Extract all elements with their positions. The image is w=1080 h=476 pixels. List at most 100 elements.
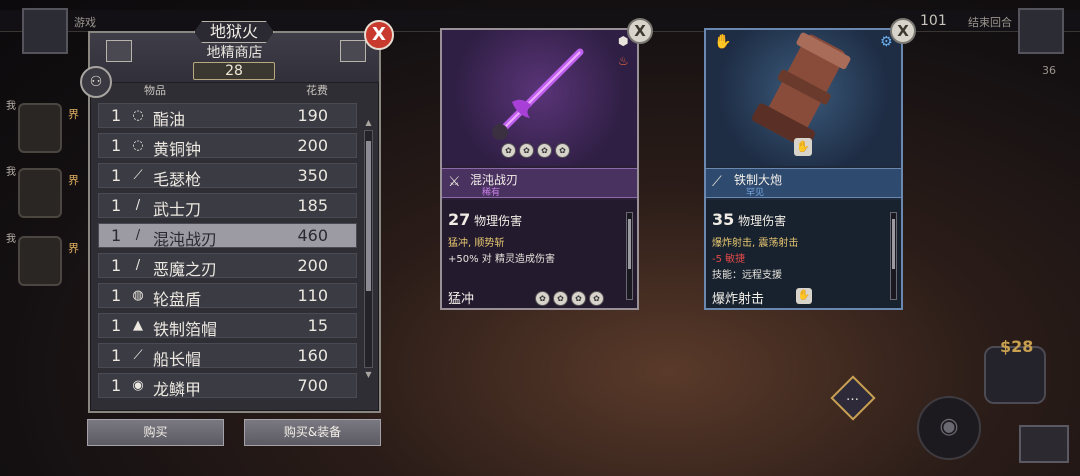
item-price: 460	[297, 226, 328, 245]
shop-item-row[interactable]: 1 ▲ 铁制箔帽 15	[98, 313, 357, 339]
item-quantity: 1	[111, 106, 122, 125]
party-member-name: 界	[68, 242, 79, 255]
item-price: 110	[297, 286, 328, 305]
item-quantity: 1	[111, 136, 122, 155]
journal-book-icon[interactable]	[1019, 425, 1069, 463]
item-quantity: 1	[111, 226, 122, 245]
item-name: 铁制箔帽	[153, 320, 218, 339]
party-tag: 我	[6, 167, 16, 178]
item-quantity: 1	[111, 196, 122, 215]
damage-type: 物理伤害	[738, 214, 787, 228]
damage-line: 35 物理伤害	[712, 210, 786, 229]
party-tag: 我	[6, 101, 16, 112]
party-member-name: 界	[68, 174, 79, 187]
party-member-portrait[interactable]	[18, 236, 62, 286]
item-price: 200	[297, 256, 328, 275]
item-name: 毛瑟枪	[153, 170, 202, 189]
bell-icon: ◌	[132, 138, 144, 153]
scroll-up-icon[interactable]: ▲	[364, 118, 373, 127]
shop-item-row[interactable]: 1 / 武士刀 185	[98, 193, 357, 219]
sword-icon: /	[135, 228, 141, 243]
shop-item-row[interactable]: 1 ◉ 龙鳞甲 700	[98, 373, 357, 399]
item-price: 15	[307, 316, 328, 335]
card-effect: +50% 对 精灵造成伤害	[448, 254, 555, 265]
card-close-button[interactable]: X	[627, 18, 653, 44]
card-penalty: -5 敏捷	[712, 254, 746, 265]
turn-counter: 101	[920, 13, 947, 29]
party-icon[interactable]: ⚇	[80, 66, 112, 98]
shop-item-row[interactable]: 1 ⟋ 毛瑟枪 350	[98, 163, 357, 189]
top-bar-left-text: 游戏	[74, 16, 96, 29]
item-price: 700	[297, 376, 328, 395]
party-member-name: 界	[68, 108, 79, 121]
card-title-bar: ⟋ 铁制大炮 罕见	[706, 168, 901, 198]
faction-emblem-icon	[22, 8, 68, 54]
hat-icon: ▲	[133, 318, 143, 333]
scroll-icon: ✋	[714, 34, 732, 50]
feather-icon: ⟋	[133, 348, 143, 363]
card-traits: 猛冲, 顺势斩	[448, 238, 505, 249]
hourglass-icon[interactable]	[1018, 8, 1064, 54]
card-scrollbar[interactable]	[890, 212, 897, 300]
armor-icon: ◉	[132, 378, 144, 393]
scroll-thumb[interactable]	[628, 219, 631, 269]
rune-slots: ✿ ✿ ✿ ✿	[498, 138, 570, 158]
card-traits: 爆炸射击, 震荡射击	[712, 238, 799, 249]
end-turn-button[interactable]: 结束回合	[968, 14, 1012, 30]
item-price: 185	[297, 196, 328, 215]
handshake-icon: ✋	[796, 288, 812, 304]
sword-icon: /	[135, 258, 141, 273]
item-quantity: 1	[111, 256, 122, 275]
item-name: 黄铜钟	[153, 140, 202, 159]
column-header-item: 物品	[144, 84, 166, 97]
card-title-bar: ⚔ 混沌战刃 稀有	[442, 168, 637, 198]
party-member-portrait[interactable]	[18, 103, 62, 153]
item-name: 龙鳞甲	[153, 380, 202, 399]
chat-icon: …	[846, 389, 859, 404]
item-card-iron-cannon: ✋ ⚙ ✋ ⟋ 铁制大炮 罕见 35 物理伤害 爆炸射击, 震荡射击 -5 敏捷…	[704, 28, 903, 310]
gun-icon: ⟋	[133, 168, 143, 183]
party-member-portrait[interactable]	[18, 168, 62, 218]
rune-icon: ✿	[535, 291, 550, 306]
right-counter: 36	[1042, 64, 1056, 77]
item-name: 恶魔之刃	[153, 260, 218, 279]
item-name: 船长帽	[153, 350, 202, 369]
card-scrollbar[interactable]	[626, 212, 633, 300]
damage-line: 27 物理伤害	[448, 210, 522, 229]
rune-icon: ✿	[571, 291, 586, 306]
sword-icon: /	[135, 198, 141, 213]
shield-icon: ◍	[132, 288, 144, 303]
shop-item-row[interactable]: 1 / 恶魔之刃 200	[98, 253, 357, 279]
sword-icon: ⚔	[448, 174, 461, 190]
card-body: 27 物理伤害 猛冲, 顺势斩 +50% 对 精灵造成伤害 猛冲 ✿ ✿ ✿ ✿	[442, 200, 637, 308]
damage-type: 物理伤害	[474, 214, 523, 228]
damage-value: 35	[712, 210, 735, 229]
item-quantity: 1	[111, 316, 122, 335]
rune-icon: ✿	[537, 143, 552, 158]
shop-item-row[interactable]: 1 ◌ 酯油 190	[98, 103, 357, 129]
shop-item-row[interactable]: 1 ⟋ 船长帽 160	[98, 343, 357, 369]
damage-value: 27	[448, 210, 471, 229]
shop-item-row[interactable]: 1 ◍ 轮盘盾 110	[98, 283, 357, 309]
scroll-thumb[interactable]	[366, 141, 371, 291]
shop-item-row-selected[interactable]: 1 / 混沌战刃 460	[98, 223, 357, 249]
view-toggle-button[interactable]: ◉	[917, 396, 981, 460]
shop-scrollbar[interactable]	[364, 130, 373, 368]
item-quantity: 1	[111, 166, 122, 185]
item-quantity: 1	[111, 346, 122, 365]
card-ability: 猛冲	[448, 292, 475, 307]
item-quantity: 1	[111, 376, 122, 395]
buy-equip-button[interactable]: 购买&装备	[244, 419, 381, 446]
shop-close-button[interactable]: X	[364, 20, 394, 50]
scroll-thumb[interactable]	[892, 219, 895, 269]
ring-icon: ◌	[132, 108, 144, 123]
item-price: 160	[297, 346, 328, 365]
scroll-down-icon[interactable]: ▼	[364, 370, 373, 379]
shop-item-row[interactable]: 1 ◌ 黄铜钟 200	[98, 133, 357, 159]
card-close-button[interactable]: X	[890, 18, 916, 44]
buy-button[interactable]: 购买	[87, 419, 224, 446]
rune-icon: ✿	[553, 291, 568, 306]
item-card-chaos-blade: ⬢ ♨ ✿ ✿ ✿ ✿ ⚔ 混沌战刃 稀有 27 物理伤害 猛冲, 顺势斩 +50% …	[440, 28, 639, 310]
item-price: 350	[297, 166, 328, 185]
ability-runes: ✿ ✿ ✿ ✿	[532, 286, 604, 306]
